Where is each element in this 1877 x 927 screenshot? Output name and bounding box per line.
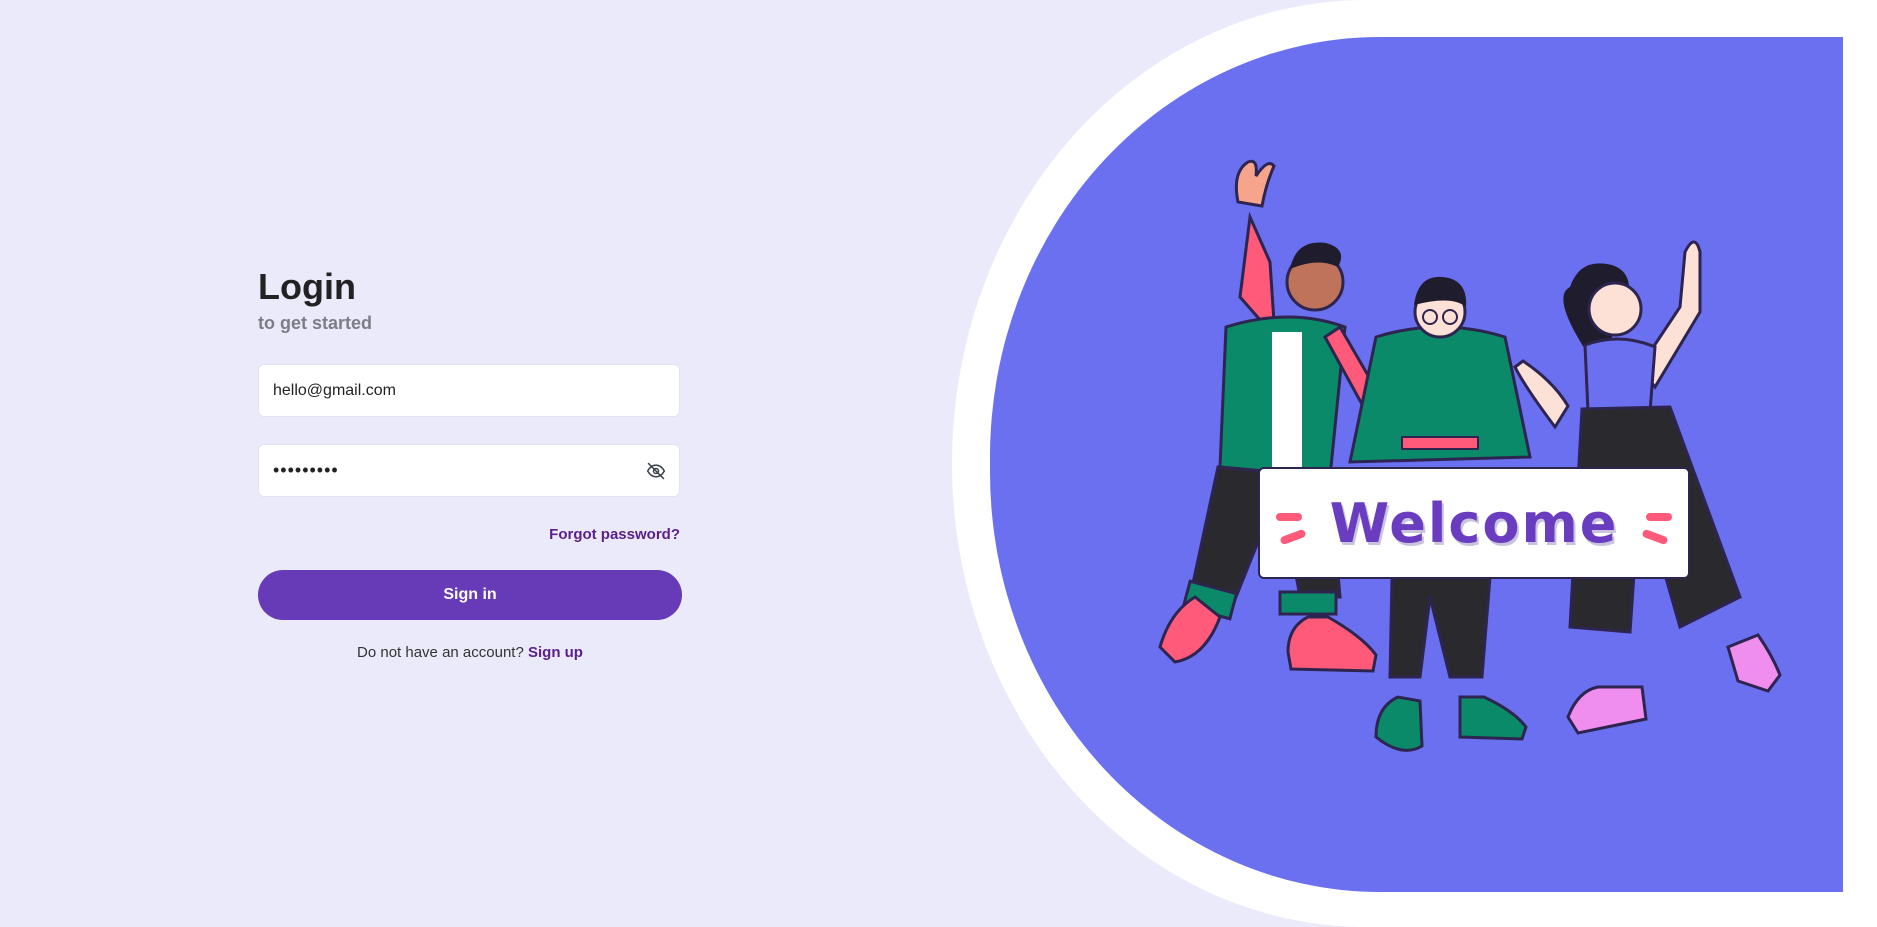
welcome-people-illustration: [1158, 159, 1782, 752]
sign-in-button[interactable]: Sign in: [258, 570, 682, 620]
page-subtitle: to get started: [258, 313, 373, 333]
login-form: Login to get started Forgot password? Si…: [258, 264, 682, 661]
banner-text: Welcome: [1329, 491, 1619, 555]
banner-dash-icon: [1279, 528, 1307, 546]
forgot-password-link[interactable]: Forgot password?: [549, 526, 680, 543]
illustration-panel: Welcome: [990, 37, 1843, 892]
password-input[interactable]: [259, 445, 647, 496]
page-title: Login: [258, 266, 356, 307]
banner-dash-icon: [1641, 528, 1669, 546]
eye-off-icon[interactable]: [646, 461, 666, 481]
welcome-banner: Welcome: [1258, 467, 1690, 579]
password-field[interactable]: [258, 444, 680, 497]
email-field[interactable]: [258, 364, 680, 417]
banner-dash-icon: [1646, 513, 1672, 521]
signup-prompt-text: Do not have an account?: [357, 644, 524, 661]
sign-up-link[interactable]: Sign up: [528, 644, 583, 661]
banner-dash-icon: [1276, 513, 1302, 521]
email-input[interactable]: [259, 365, 679, 416]
signup-prompt: Do not have an account? Sign up: [258, 644, 682, 661]
